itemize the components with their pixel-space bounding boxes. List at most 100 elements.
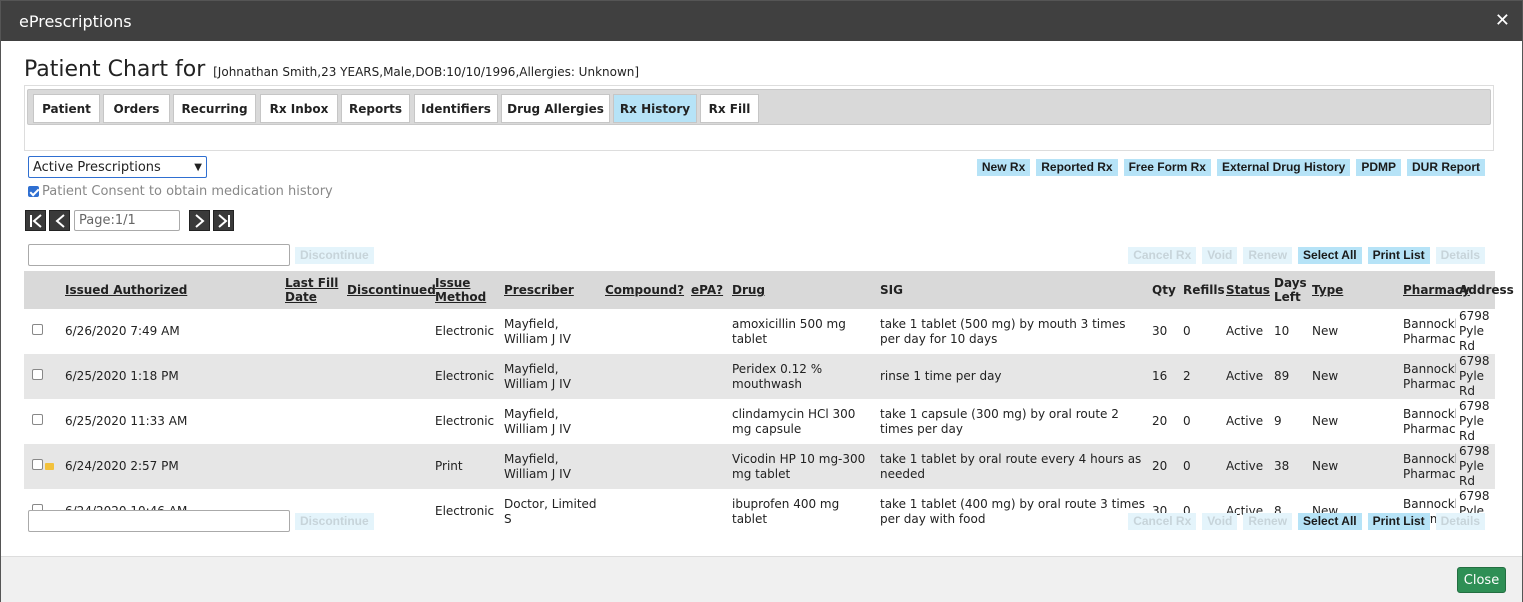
cell-last-fill: [282, 354, 344, 399]
row-checkbox[interactable]: [32, 369, 43, 380]
close-button[interactable]: Close: [1457, 567, 1506, 593]
tab-rx-history[interactable]: Rx History: [613, 94, 697, 123]
void-button-top[interactable]: Void: [1202, 247, 1238, 264]
cell-qty: 20: [1149, 444, 1180, 489]
cell-type: New: [1312, 414, 1339, 428]
tab-recurring[interactable]: Recurring: [173, 94, 256, 123]
tab-orders[interactable]: Orders: [103, 94, 170, 123]
eprescriptions-dialog: ePrescriptions ✕ Patient Chart for [John…: [0, 0, 1523, 602]
discontinue-button-bottom[interactable]: Discontinue: [295, 513, 374, 530]
cell-pharmacy: Bannockburn Pharmacy: [1403, 406, 1456, 436]
new-rx-button[interactable]: New Rx: [976, 159, 1031, 176]
cell-discontinued: [344, 399, 432, 444]
col-compound[interactable]: Compound?: [602, 271, 688, 309]
select-all-button-bottom[interactable]: Select All: [1298, 513, 1362, 530]
details-button-bottom[interactable]: Details: [1435, 513, 1485, 530]
next-page-icon[interactable]: [189, 210, 210, 231]
details-button-top[interactable]: Details: [1435, 247, 1485, 264]
free-form-rx-button[interactable]: Free Form Rx: [1123, 159, 1211, 176]
last-page-icon[interactable]: [213, 210, 234, 231]
row-checkbox[interactable]: [32, 414, 43, 425]
tab-strip: Patient Orders Recurring Rx Inbox Report…: [27, 89, 1491, 125]
table-row[interactable]: 6/24/2020 2:57 PM Print Mayfield, Willia…: [24, 444, 1495, 489]
prev-page-icon[interactable]: [49, 210, 70, 231]
tab-patient[interactable]: Patient: [33, 94, 100, 123]
col-issued[interactable]: Issued Authorized: [62, 271, 282, 309]
consent-checkbox[interactable]: [28, 186, 39, 197]
table-row[interactable]: 6/26/2020 7:49 AM Electronic Mayfield, W…: [24, 309, 1495, 354]
external-drug-history-button[interactable]: External Drug History: [1216, 159, 1351, 176]
col-discontinued[interactable]: Discontinued: [344, 271, 436, 309]
col-drug[interactable]: Drug: [729, 271, 877, 309]
col-prescriber[interactable]: Prescriber: [501, 271, 602, 309]
first-page-icon[interactable]: [25, 210, 46, 231]
print-list-button-bottom[interactable]: Print List: [1367, 513, 1430, 530]
cell-compound: [602, 309, 688, 354]
cell-sig: take 1 tablet (400 mg) by oral route 3 t…: [880, 496, 1145, 526]
tab-rx-fill[interactable]: Rx Fill: [700, 94, 759, 123]
cell-prescriber: Doctor, Limited S: [504, 496, 597, 526]
rx-history-table: Issued Authorized Last Fill Date Discont…: [24, 271, 1514, 534]
select-all-button-top[interactable]: Select All: [1298, 247, 1362, 264]
discontinue-button-top[interactable]: Discontinue: [295, 247, 374, 264]
col-days-left[interactable]: Days Left: [1271, 271, 1309, 309]
col-sig[interactable]: SIG: [877, 271, 1149, 309]
discontinue-reason-input-top[interactable]: [28, 244, 290, 266]
col-qty[interactable]: Qty: [1149, 271, 1180, 309]
col-select: [24, 271, 62, 309]
prescription-filter-value: Active Prescriptions: [33, 159, 161, 175]
tab-identifiers[interactable]: Identifiers: [414, 94, 498, 123]
col-address[interactable]: Address: [1456, 271, 1514, 309]
dur-report-button[interactable]: DUR Report: [1407, 159, 1485, 176]
consent-label: Patient Consent to obtain medication his…: [42, 184, 333, 199]
cell-days-left: 38: [1271, 444, 1309, 489]
cell-drug: clindamycin HCl 300 mg capsule: [732, 406, 856, 436]
cell-epa: [688, 489, 729, 534]
close-icon[interactable]: ✕: [1495, 10, 1510, 31]
cell-pharmacy: Bannockburn Pharmacy: [1400, 354, 1456, 399]
cell-status: Active: [1223, 444, 1271, 489]
cell-epa: [688, 354, 729, 399]
reported-rx-button[interactable]: Reported Rx: [1036, 159, 1118, 176]
cell-issued: 6/24/2020 2:57 PM: [62, 444, 282, 489]
cell-sig: take 1 tablet (500 mg) by mouth 3 times …: [880, 316, 1126, 346]
cell-compound: [602, 354, 688, 399]
renew-button-bottom[interactable]: Renew: [1243, 513, 1293, 530]
cell-last-fill: [282, 444, 344, 489]
cell-qty: 20: [1152, 414, 1168, 428]
row-checkbox[interactable]: [32, 324, 43, 335]
dialog-footer: Close: [1, 556, 1522, 602]
col-issue-method[interactable]: Issue Method: [432, 271, 501, 309]
col-last-fill[interactable]: Last Fill Date: [282, 271, 344, 309]
tab-rx-inbox[interactable]: Rx Inbox: [260, 94, 338, 123]
row-checkbox[interactable]: [32, 459, 43, 470]
col-epa[interactable]: ePA?: [688, 271, 729, 309]
col-type[interactable]: Type: [1309, 271, 1400, 309]
tab-drug-allergies[interactable]: Drug Allergies: [501, 94, 610, 123]
cell-address: 6798 Pyle Rd: [1456, 444, 1495, 489]
table-row[interactable]: 6/25/2020 11:33 AM Electronic Mayfield, …: [24, 399, 1495, 444]
cancel-rx-button-top[interactable]: Cancel Rx: [1128, 247, 1197, 264]
cell-days-left: 9: [1274, 414, 1282, 428]
cell-prescriber: Mayfield, William J IV: [504, 316, 571, 346]
pdmp-button[interactable]: PDMP: [1356, 159, 1401, 176]
cancel-rx-button-bottom[interactable]: Cancel Rx: [1128, 513, 1197, 530]
cell-refills: 0: [1180, 444, 1223, 489]
cell-status: Active: [1226, 324, 1264, 338]
list-actions-bottom: Cancel Rx Void Renew Select All Print Li…: [1128, 513, 1485, 530]
renew-button-top[interactable]: Renew: [1243, 247, 1293, 264]
table-row[interactable]: 6/25/2020 1:18 PM Electronic Mayfield, W…: [24, 354, 1495, 399]
col-status[interactable]: Status: [1223, 271, 1271, 309]
void-button-bottom[interactable]: Void: [1202, 513, 1238, 530]
print-list-button-top[interactable]: Print List: [1367, 247, 1430, 264]
cell-discontinued: [344, 354, 432, 399]
prescription-filter-select[interactable]: Active Prescriptions ▼: [28, 156, 207, 178]
discontinue-reason-input-bottom[interactable]: [28, 510, 290, 532]
note-icon[interactable]: [45, 463, 54, 470]
col-refills[interactable]: Refills: [1180, 271, 1225, 309]
col-pharmacy[interactable]: Pharmacy: [1400, 271, 1470, 309]
cell-drug: Peridex 0.12 % mouthwash: [729, 354, 877, 399]
cell-issued: 6/26/2020 7:49 AM: [65, 324, 180, 338]
page-indicator[interactable]: Page:1/1: [74, 210, 180, 231]
tab-reports[interactable]: Reports: [341, 94, 410, 123]
